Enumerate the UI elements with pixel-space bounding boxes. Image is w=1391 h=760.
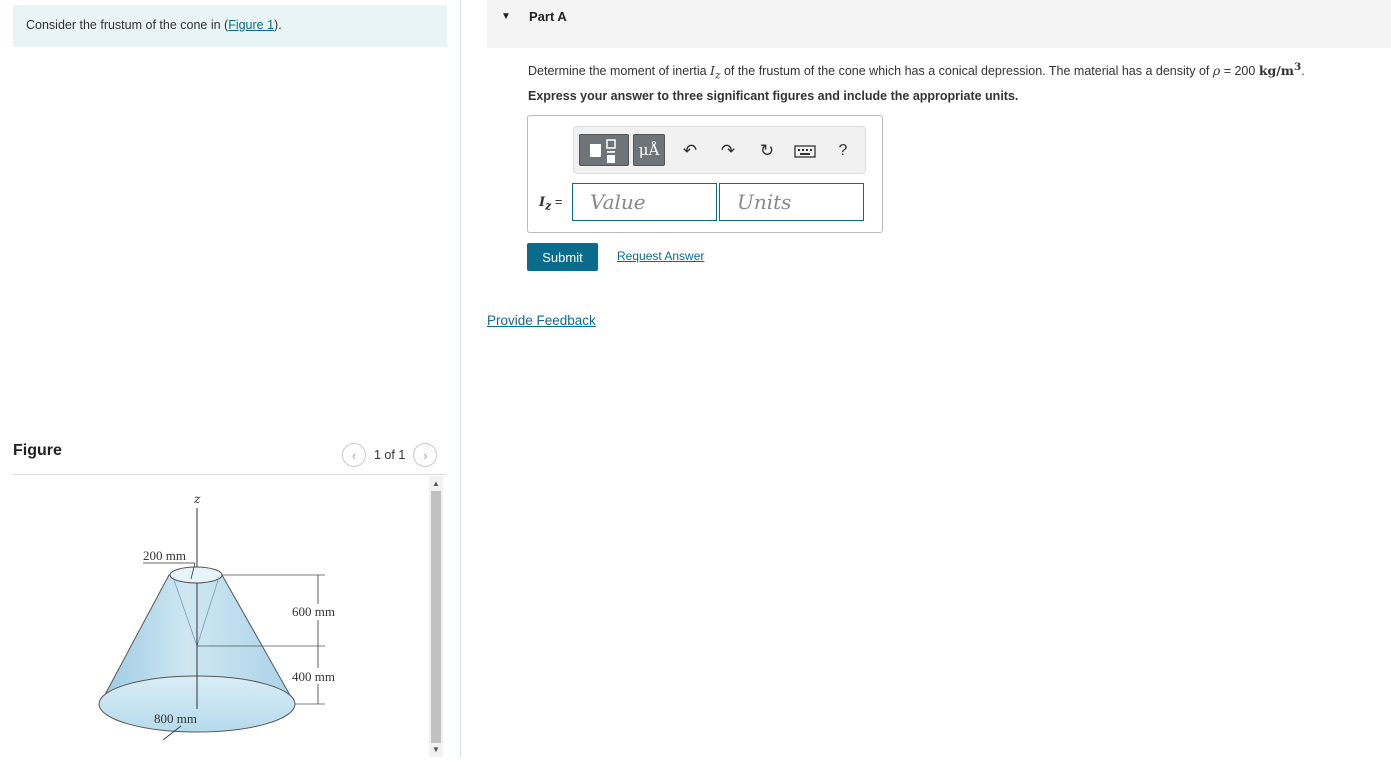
scroll-down-icon[interactable]: ▼ — [429, 743, 443, 757]
figure-count: 1 of 1 — [374, 448, 406, 462]
templates-button[interactable] — [579, 134, 629, 166]
density-unit: kg/m3 — [1258, 61, 1302, 79]
part-header[interactable]: ▼ Part A — [487, 0, 1391, 48]
intro-suffix: ). — [274, 18, 282, 32]
units-input[interactable] — [719, 183, 864, 221]
figure-link[interactable]: Figure 1 — [228, 18, 274, 32]
top-diameter-label: 200 mm — [143, 548, 186, 563]
z-axis-label: z — [193, 492, 201, 506]
figure-title: Figure — [13, 442, 62, 459]
cone-top — [169, 566, 223, 584]
problem-intro: Consider the frustum of the cone in (Fig… — [13, 5, 447, 47]
answer-box: μÅ ↶ ↷ ↻ ? Iz = — [527, 115, 883, 233]
column-divider — [460, 0, 461, 757]
figure-image: z 200 mm 600 mm 400 mm 800 mm — [13, 478, 428, 757]
help-icon[interactable]: ? — [832, 140, 854, 162]
collapse-caret-icon[interactable]: ▼ — [501, 11, 511, 22]
scroll-up-icon[interactable]: ▲ — [429, 477, 443, 491]
templates-icon — [590, 139, 616, 163]
figure-divider — [13, 474, 446, 475]
height-600-label: 600 mm — [292, 604, 335, 619]
scroll-thumb[interactable] — [431, 491, 441, 743]
frustum-diagram: z 200 mm 600 mm 400 mm 800 mm — [98, 492, 335, 741]
submit-button[interactable]: Submit — [527, 243, 598, 271]
reset-icon[interactable]: ↻ — [756, 140, 778, 162]
instruction-text: Express your answer to three significant… — [528, 89, 1019, 103]
base-diameter-label: 800 mm — [154, 711, 197, 726]
left-panel: Consider the frustum of the cone in (Fig… — [0, 0, 460, 757]
figure-pager: ‹ 1 of 1 › — [342, 443, 438, 467]
math-toolbar: μÅ ↶ ↷ ↻ ? — [573, 126, 866, 174]
chevron-left-icon: ‹ — [351, 447, 357, 463]
part-label: Part A — [529, 9, 567, 24]
units-button[interactable]: μÅ — [633, 134, 665, 166]
question-text: Determine the moment of inertia Iz of th… — [528, 61, 1305, 82]
value-input[interactable] — [572, 183, 717, 221]
answer-label: Iz = — [539, 194, 563, 213]
undo-icon[interactable]: ↶ — [679, 140, 701, 162]
keyboard-icon[interactable] — [794, 140, 816, 162]
intro-text: Consider the frustum of the cone in ( — [26, 18, 229, 32]
next-figure-button[interactable]: › — [413, 443, 438, 467]
previous-figure-button[interactable]: ‹ — [342, 443, 366, 467]
chevron-right-icon: › — [423, 447, 428, 463]
inertia-symbol: Iz — [710, 63, 721, 82]
height-400-label: 400 mm — [292, 669, 335, 684]
request-answer-link[interactable]: Request Answer — [617, 249, 704, 263]
redo-icon[interactable]: ↷ — [717, 140, 739, 162]
figure-scrollbar[interactable]: ▲ ▼ — [429, 476, 443, 757]
provide-feedback-link[interactable]: Provide Feedback — [487, 313, 596, 328]
